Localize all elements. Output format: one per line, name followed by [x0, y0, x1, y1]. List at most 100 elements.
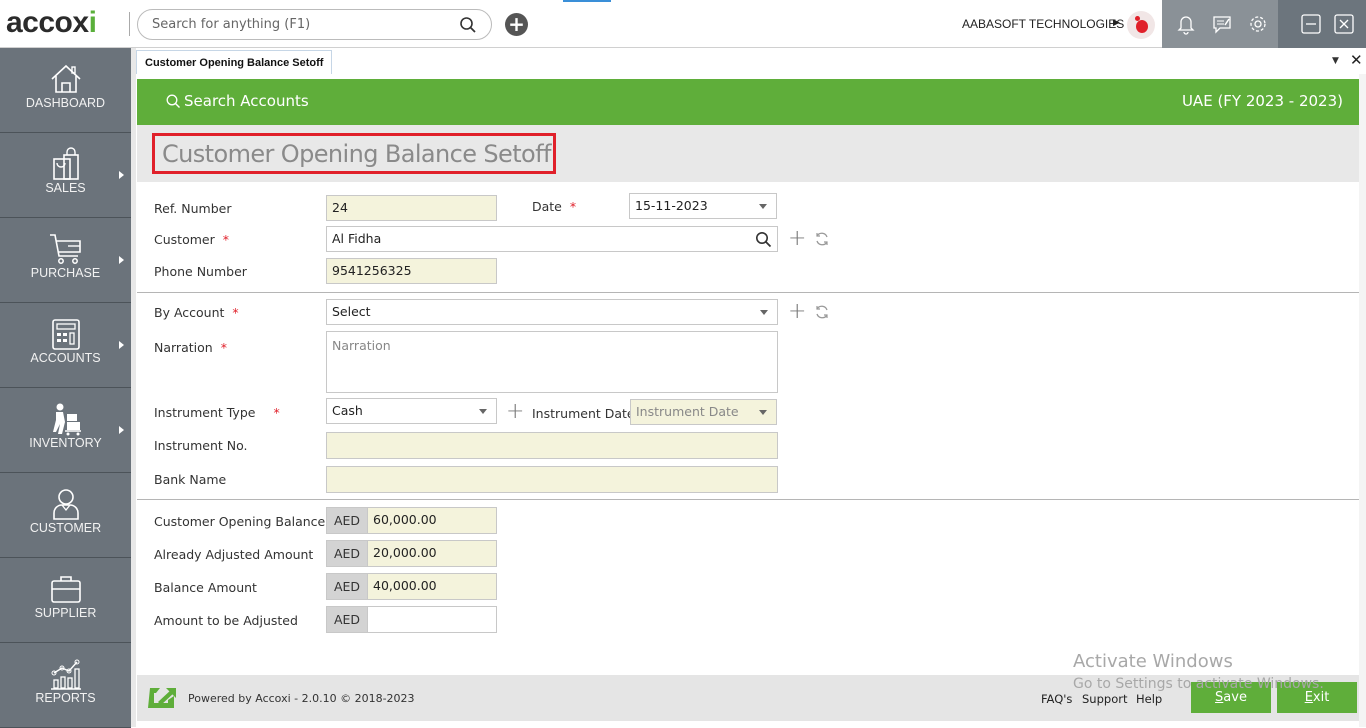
- sidebar-item-supplier[interactable]: SUPPLIER: [0, 558, 131, 643]
- user-avatar[interactable]: [1127, 11, 1155, 39]
- sidebar-label: SUPPLIER: [34, 606, 97, 620]
- submenu-arrow-icon: [119, 426, 124, 434]
- sidebar-item-purchase[interactable]: PURCHASE: [0, 218, 131, 303]
- bank-name-label: Bank Name: [154, 472, 227, 487]
- sidebar: DASHBOARD SALES PURCHASE ACCOUNTS INVENT…: [0, 48, 131, 728]
- opening-balance-label: Customer Opening Balance: [154, 514, 326, 529]
- customer-value: Al Fidha: [332, 231, 382, 246]
- narration-placeholder: Narration: [332, 338, 391, 353]
- help-link[interactable]: Help: [1136, 692, 1162, 706]
- phone-value: 9541256325: [332, 263, 412, 278]
- required-marker: *: [232, 305, 239, 320]
- sidebar-item-accounts[interactable]: ACCOUNTS: [0, 303, 131, 388]
- sidebar-item-sales[interactable]: SALES: [0, 133, 131, 218]
- sidebar-scrollbar[interactable]: [131, 48, 136, 727]
- required-marker: *: [569, 199, 577, 214]
- chevron-down-icon[interactable]: [760, 310, 768, 315]
- support-link[interactable]: Support: [1082, 692, 1127, 706]
- sidebar-item-reports[interactable]: REPORTS: [0, 643, 131, 728]
- sidebar-label: DASHBOARD: [25, 96, 106, 110]
- currency-label: AED: [326, 507, 368, 534]
- balance-amount-field: 40,000.00: [367, 573, 497, 600]
- exit-label: xit: [1312, 690, 1330, 705]
- page-header-bar: Search Accounts UAE (FY 2023 - 2023): [137, 79, 1359, 125]
- customer-label: Customer *: [154, 232, 229, 247]
- fiscal-year-label: UAE (FY 2023 - 2023): [1181, 92, 1343, 110]
- add-instrument-type-icon[interactable]: +: [506, 401, 524, 423]
- close-tab-icon[interactable]: ✕: [1350, 51, 1363, 69]
- close-window-icon[interactable]: [1333, 13, 1355, 35]
- loading-indicator: [563, 0, 611, 2]
- narration-label: Narration *: [154, 340, 227, 355]
- activate-windows-hint: Go to Settings to activate Windows.: [1073, 676, 1324, 692]
- opening-balance-value: 60,000.00: [373, 512, 437, 527]
- quick-add-button[interactable]: +: [505, 13, 528, 36]
- page-title: Customer Opening Balance Setoff: [162, 140, 551, 168]
- bell-icon[interactable]: [1175, 13, 1197, 35]
- required-marker: *: [220, 340, 227, 355]
- by-account-label: By Account *: [154, 305, 239, 320]
- ref-number-value: 24: [332, 200, 348, 215]
- company-caret-icon[interactable]: ▶: [1113, 18, 1120, 28]
- balance-amount-label: Balance Amount: [154, 580, 257, 595]
- sidebar-item-customer[interactable]: CUSTOMER: [0, 473, 131, 558]
- calculator-icon: [52, 319, 80, 350]
- submenu-arrow-icon: [119, 341, 124, 349]
- sidebar-item-dashboard[interactable]: DASHBOARD: [0, 48, 131, 133]
- add-customer-icon[interactable]: +: [788, 228, 806, 250]
- ref-number-field: 24: [326, 195, 497, 221]
- opening-balance-field: 60,000.00: [367, 507, 497, 534]
- sidebar-label: INVENTORY: [29, 436, 102, 450]
- refresh-icon[interactable]: [814, 231, 830, 247]
- date-picker[interactable]: 15-11-2023: [629, 193, 777, 219]
- sidebar-label: PURCHASE: [30, 266, 101, 280]
- section-divider: [137, 499, 1359, 500]
- instrument-date-placeholder: Instrument Date: [636, 404, 739, 419]
- minimize-icon[interactable]: [1300, 13, 1322, 35]
- instrument-type-label: Instrument Type *: [154, 405, 280, 420]
- instrument-type-select[interactable]: Cash: [326, 398, 497, 424]
- already-adjusted-value: 20,000.00: [373, 545, 437, 560]
- sidebar-item-inventory[interactable]: INVENTORY: [0, 388, 131, 473]
- accoxi-footer-logo: [148, 688, 176, 708]
- by-account-select[interactable]: Select: [326, 299, 778, 325]
- home-icon: [51, 64, 81, 93]
- faqs-link[interactable]: FAQ's: [1041, 692, 1072, 706]
- customer-field[interactable]: Al Fidha: [326, 226, 778, 252]
- narration-textarea[interactable]: Narration: [326, 331, 778, 393]
- tab-customer-opening-balance-setoff[interactable]: Customer Opening Balance Setoff: [136, 50, 333, 74]
- chevron-down-icon[interactable]: [759, 204, 767, 209]
- bank-name-field[interactable]: [326, 466, 778, 493]
- page-scrollbar[interactable]: [1359, 74, 1366, 727]
- date-label: Date *: [532, 199, 576, 214]
- amount-to-adjust-field[interactable]: [367, 606, 497, 633]
- already-adjusted-label: Already Adjusted Amount: [154, 547, 314, 562]
- chevron-down-icon[interactable]: [759, 410, 767, 415]
- currency-label: AED: [326, 573, 368, 600]
- search-icon: [166, 94, 180, 108]
- cart-icon: [50, 234, 81, 264]
- gear-icon[interactable]: [1247, 13, 1269, 35]
- balance-amount-value: 40,000.00: [373, 578, 437, 593]
- add-account-icon[interactable]: +: [788, 301, 806, 323]
- search-accounts-button[interactable]: Search Accounts: [166, 92, 309, 110]
- instrument-no-field[interactable]: [326, 432, 778, 459]
- powered-by-text: Powered by Accoxi - 2.0.10 © 2018-2023: [188, 692, 415, 705]
- global-search-input[interactable]: Search for anything (F1): [137, 9, 492, 40]
- chevron-down-icon[interactable]: [479, 409, 487, 414]
- search-icon[interactable]: [755, 231, 772, 248]
- feedback-icon[interactable]: [1211, 13, 1233, 35]
- search-icon[interactable]: [459, 16, 477, 34]
- save-label: ave: [1223, 690, 1247, 705]
- tab-list-dropdown-icon[interactable]: ▼: [1332, 56, 1339, 66]
- refresh-icon[interactable]: [814, 304, 830, 320]
- by-account-value: Select: [332, 304, 371, 319]
- instrument-date-picker[interactable]: Instrument Date: [630, 399, 777, 425]
- sidebar-label: REPORTS: [35, 691, 96, 705]
- briefcase-icon: [51, 576, 81, 603]
- company-name[interactable]: AABASOFT TECHNOLOGIES: [962, 17, 1124, 31]
- instrument-type-label-text: Instrument Type: [154, 405, 256, 420]
- toolbar-icons: [1162, 0, 1278, 48]
- amount-to-adjust-label: Amount to be Adjusted: [154, 613, 298, 628]
- app-logo[interactable]: accoxi: [6, 6, 97, 40]
